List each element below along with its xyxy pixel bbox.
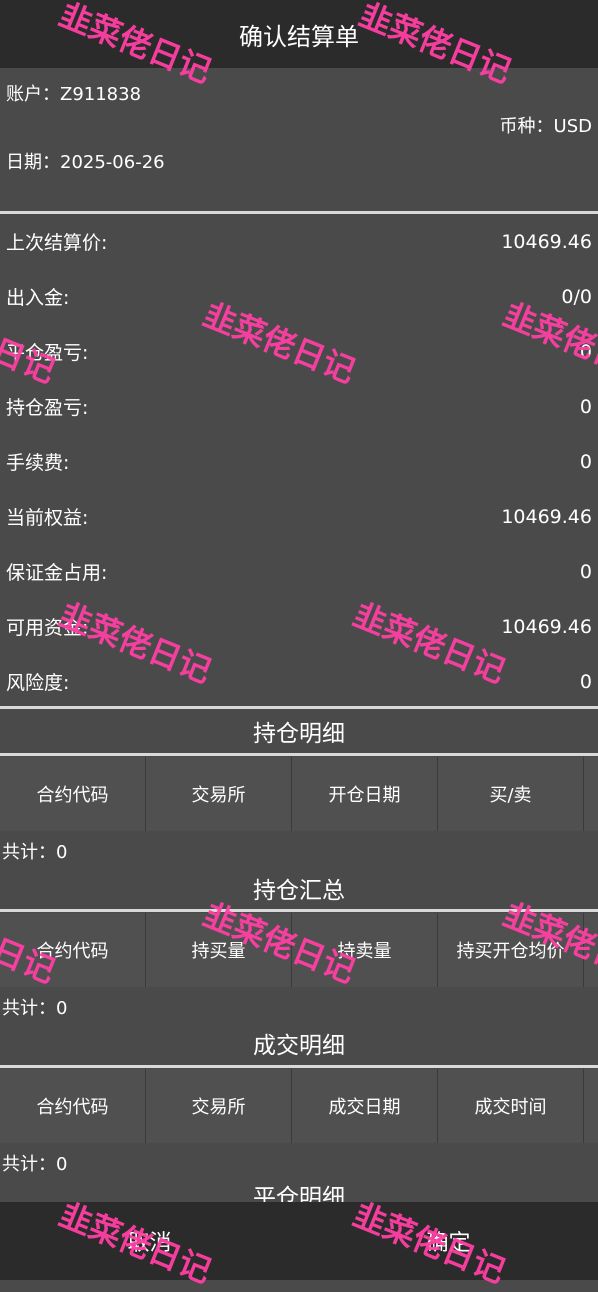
summary-label: 风险度: xyxy=(6,672,70,694)
section-title-trade-detail: 成交明细 xyxy=(253,1033,345,1059)
summary-row: 持仓盈亏: 0 xyxy=(0,379,598,434)
position-detail-total: 共计：0 xyxy=(2,842,68,863)
summary-value: 10469.46 xyxy=(501,615,592,638)
position-summary-table-header: 合约代码 持买量 持卖量 持买开仓均价 xyxy=(0,913,598,987)
summary-row: 风险度: 0 xyxy=(0,654,598,709)
column-header[interactable]: 交易所 xyxy=(146,757,292,831)
column-header[interactable]: 成交时间 xyxy=(438,1069,584,1143)
position-detail-table-header: 合约代码 交易所 开仓日期 买/卖 xyxy=(0,757,598,831)
summary-label: 出入金: xyxy=(6,287,70,309)
summary-label: 可用资金: xyxy=(6,617,89,639)
summary-row: 上次结算价: 10469.46 xyxy=(0,214,598,269)
column-header[interactable]: 成交日期 xyxy=(292,1069,438,1143)
column-header[interactable]: 交易所 xyxy=(146,1069,292,1143)
summary-value: 0 xyxy=(579,340,592,363)
summary-label: 持仓盈亏: xyxy=(6,397,89,419)
account-label: 账户：Z911838 xyxy=(6,84,142,105)
summary-value: 0 xyxy=(579,395,592,418)
column-header-overflow xyxy=(584,1069,598,1143)
column-header[interactable]: 合约代码 xyxy=(0,757,146,831)
column-header[interactable]: 合约代码 xyxy=(0,1069,146,1143)
section-title-position-summary: 持仓汇总 xyxy=(253,878,345,904)
column-header[interactable]: 持买量 xyxy=(146,913,292,987)
column-header[interactable]: 合约代码 xyxy=(0,913,146,987)
trade-detail-table-header: 合约代码 交易所 成交日期 成交时间 xyxy=(0,1069,598,1143)
cancel-button[interactable]: 取消 xyxy=(0,1202,299,1280)
account-header: 账户：Z911838 币种：USD 日期：2025-06-26 xyxy=(0,68,598,210)
title-bar: 确认结算单 xyxy=(0,0,598,68)
column-header[interactable]: 买/卖 xyxy=(438,757,584,831)
summary-row: 手续费: 0 xyxy=(0,434,598,489)
divider xyxy=(0,1065,598,1068)
column-header[interactable]: 开仓日期 xyxy=(292,757,438,831)
summary-row: 保证金占用: 0 xyxy=(0,544,598,599)
summary-row: 平仓盈亏: 0 xyxy=(0,324,598,379)
summary-value: 0 xyxy=(579,560,592,583)
confirm-button[interactable]: 确定 xyxy=(299,1202,598,1280)
column-header-overflow xyxy=(584,757,598,831)
summary-label: 当前权益: xyxy=(6,507,89,529)
divider xyxy=(0,909,598,912)
summary-row: 当前权益: 10469.46 xyxy=(0,489,598,544)
summary-label: 上次结算价: xyxy=(6,232,108,254)
column-header[interactable]: 持卖量 xyxy=(292,913,438,987)
summary-value: 0 xyxy=(579,450,592,473)
divider xyxy=(0,753,598,756)
position-summary-total: 共计：0 xyxy=(2,998,68,1019)
summary-label: 手续费: xyxy=(6,452,70,474)
section-title-position-detail: 持仓明细 xyxy=(253,721,345,747)
summary-label: 平仓盈亏: xyxy=(6,342,89,364)
column-header-overflow xyxy=(584,913,598,987)
summary-value: 10469.46 xyxy=(501,230,592,253)
summary-row: 可用资金: 10469.46 xyxy=(0,599,598,654)
summary-value: 10469.46 xyxy=(501,505,592,528)
bottom-action-bar: 取消 确定 xyxy=(0,1202,598,1280)
summary-label: 保证金占用: xyxy=(6,562,108,584)
date-label: 日期：2025-06-26 xyxy=(6,152,165,173)
summary-value: 0 xyxy=(579,670,592,693)
column-header[interactable]: 持买开仓均价 xyxy=(438,913,584,987)
currency-label: 币种：USD xyxy=(499,116,592,137)
summary-row: 出入金: 0/0 xyxy=(0,269,598,324)
page-title: 确认结算单 xyxy=(239,22,359,51)
trade-detail-total: 共计：0 xyxy=(2,1154,68,1175)
summary-value: 0/0 xyxy=(561,285,592,308)
